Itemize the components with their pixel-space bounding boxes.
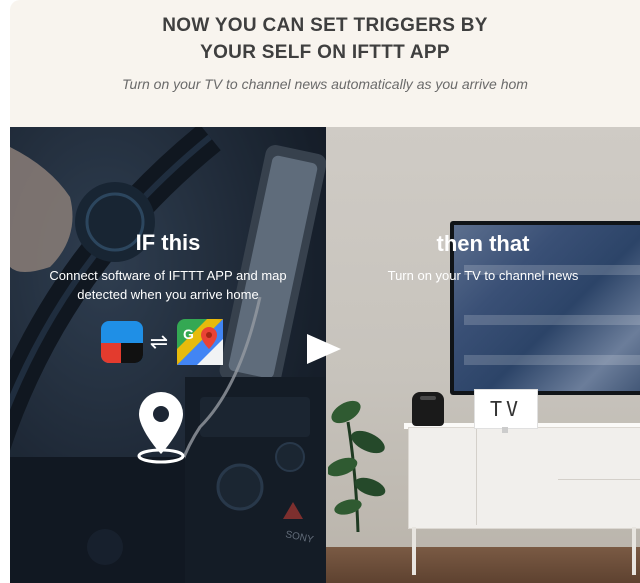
swap-arrows-icon: ⇌ bbox=[149, 329, 169, 354]
header: NOW YOU CAN SET TRIGGERS BY YOUR SELF ON… bbox=[10, 0, 640, 127]
if-this-desc-line-1: Connect software of IFTTT APP and map bbox=[49, 268, 287, 283]
tv-badge: TV bbox=[474, 389, 538, 429]
title-line-2: YOUR SELF ON IFTTT APP bbox=[200, 42, 450, 63]
smart-hub-device bbox=[412, 392, 444, 426]
if-this-panel: SONY IF this Connect software of IFTTT A… bbox=[10, 127, 326, 583]
location-pin-icon bbox=[131, 390, 191, 466]
if-this-description: Connect software of IFTTT APP and map de… bbox=[10, 266, 326, 304]
page-title: NOW YOU CAN SET TRIGGERS BY YOUR SELF ON… bbox=[10, 12, 640, 66]
google-maps-icon: G bbox=[177, 319, 223, 365]
then-that-title: then that bbox=[436, 231, 530, 256]
if-this-desc-line-2: detected when you arrive home bbox=[77, 287, 259, 302]
promo-card: NOW YOU CAN SET TRIGGERS BY YOUR SELF ON… bbox=[10, 0, 640, 583]
svg-text:G: G bbox=[183, 326, 194, 342]
floor bbox=[326, 547, 640, 583]
plant-illustration bbox=[328, 400, 386, 532]
subtitle: Turn on your TV to channel news automati… bbox=[122, 76, 528, 92]
then-that-panel: then that Turn on your TV to channel new… bbox=[326, 127, 640, 583]
arrow-right-icon bbox=[307, 334, 341, 364]
title-line-1: NOW YOU CAN SET TRIGGERS BY bbox=[162, 15, 488, 36]
ifttt-app-icon bbox=[101, 321, 143, 363]
if-this-title: IF this bbox=[135, 230, 201, 255]
then-that-description: Turn on your TV to channel news bbox=[387, 268, 579, 283]
tv-cabinet bbox=[408, 427, 640, 529]
